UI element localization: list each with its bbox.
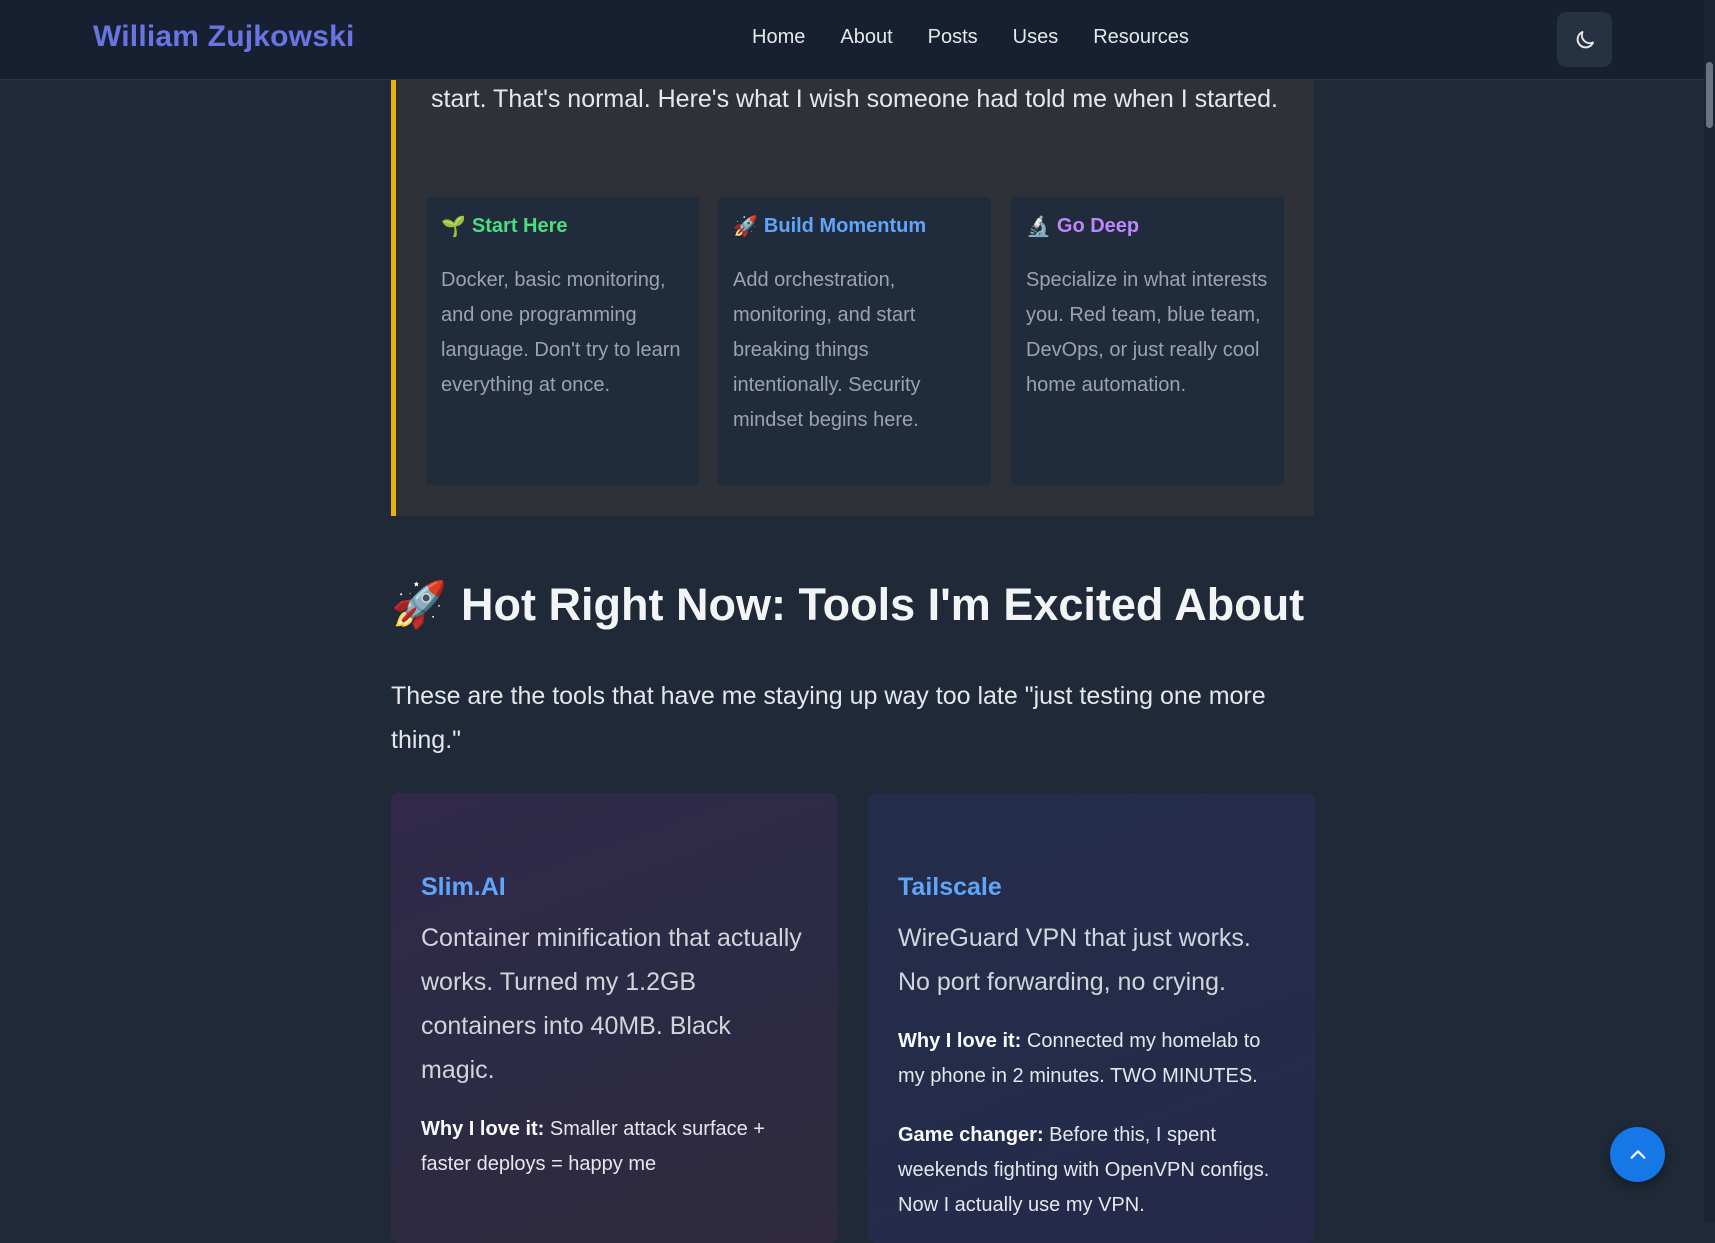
tool-note: Why I love it: Smaller attack surface + … (421, 1112, 808, 1182)
nav-posts-link[interactable]: Posts (928, 26, 978, 49)
section-heading-text: Hot Right Now: Tools I'm Excited About (461, 578, 1305, 630)
tool-note-label: Game changer: (898, 1124, 1044, 1146)
tool-description: Container minification that actually wor… (421, 924, 802, 1084)
tool-note-label: Why I love it: (898, 1030, 1022, 1052)
step-card-body: Docker, basic monitoring, and one progra… (441, 269, 681, 396)
step-card-go-deep: 🔬 Go Deep Specialize in what interests y… (1011, 197, 1284, 485)
moon-icon (1576, 30, 1594, 48)
section-heading: 🚀 Hot Right Now: Tools I'm Excited About (391, 578, 1304, 631)
tool-name[interactable]: Tailscale (898, 873, 1285, 902)
step-card-body: Specialize in what interests you. Red te… (1026, 269, 1268, 396)
site-header: William Zujkowski Home About Posts Uses … (0, 0, 1704, 80)
page-scrollbar[interactable] (1704, 0, 1715, 1223)
theme-toggle-button[interactable] (1557, 12, 1612, 67)
tool-card-tailscale: Tailscale WireGuard VPN that just works.… (868, 793, 1315, 1243)
nav-home-link[interactable]: Home (752, 26, 805, 49)
step-card-start-here: 🌱 Start Here Docker, basic monitoring, a… (426, 197, 699, 485)
section-intro: These are the tools that have me staying… (391, 682, 1266, 754)
step-card-title: 🌱 Start Here (441, 214, 684, 239)
step-card-body: Add orchestration, monitoring, and start… (733, 269, 921, 431)
rocket-icon: 🚀 (391, 579, 448, 630)
microscope-icon: 🔬 (1026, 216, 1051, 238)
back-to-top-button[interactable] (1610, 1127, 1665, 1182)
step-card-title: 🚀 Build Momentum (733, 214, 976, 239)
main-nav: Home About Posts Uses Resources (752, 26, 1189, 49)
seedling-icon: 🌱 (441, 216, 466, 238)
step-card-title-text: Go Deep (1056, 215, 1140, 237)
tool-name[interactable]: Slim.AI (421, 873, 808, 902)
nav-resources-link[interactable]: Resources (1093, 26, 1189, 49)
tool-card-slim-ai: Slim.AI Container minification that actu… (391, 793, 838, 1243)
step-card-title: 🔬 Go Deep (1026, 214, 1269, 239)
tool-note: Why I love it: Connected my homelab to m… (898, 1024, 1285, 1094)
step-card-title-text: Start Here (471, 215, 568, 237)
rocket-icon: 🚀 (733, 216, 758, 238)
tool-note: Game changer: Before this, I spent weeke… (898, 1118, 1285, 1223)
nav-uses-link[interactable]: Uses (1013, 26, 1059, 49)
step-card-build-momentum: 🚀 Build Momentum Add orchestration, moni… (718, 197, 991, 485)
learning-path-callout: start. That's normal. Here's what I wish… (391, 60, 1314, 516)
chevron-up-icon (1629, 1149, 1646, 1159)
nav-about-link[interactable]: About (840, 26, 892, 49)
callout-text: start. That's normal. Here's what I wish… (431, 85, 1278, 113)
site-brand[interactable]: William Zujkowski (93, 20, 355, 54)
step-card-title-text: Build Momentum (763, 215, 927, 237)
tool-description: WireGuard VPN that just works. No port f… (898, 924, 1251, 996)
tool-note-label: Why I love it: (421, 1118, 545, 1140)
scrollbar-thumb[interactable] (1706, 62, 1713, 128)
